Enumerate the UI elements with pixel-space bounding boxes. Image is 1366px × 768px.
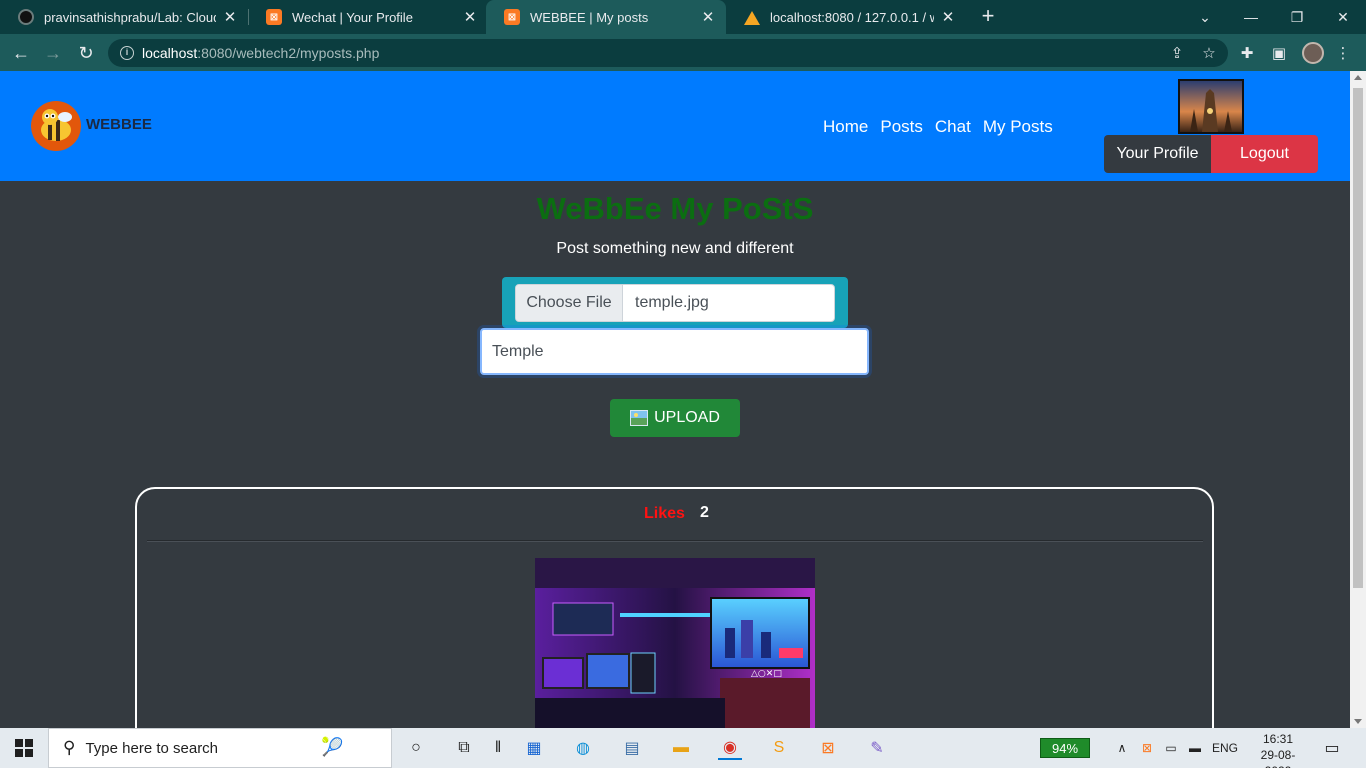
profile-picture[interactable] — [1178, 79, 1244, 134]
tab-wechat-profile[interactable]: ⊠ Wechat | Your Profile ✕ — [248, 0, 488, 34]
close-window-button[interactable]: ✕ — [1320, 0, 1366, 34]
new-tab-button[interactable]: + — [976, 4, 1000, 28]
main-nav: Home Posts Chat My Posts — [823, 117, 1065, 137]
bee-logo-icon[interactable] — [31, 101, 81, 151]
system-clock[interactable]: 16:31 29-08-2022 — [1248, 731, 1308, 768]
phpmyadmin-icon — [744, 9, 760, 25]
url-host: localhost — [142, 45, 198, 61]
side-panel-icon[interactable]: ▣ — [1266, 40, 1292, 66]
close-icon[interactable]: ✕ — [940, 8, 956, 26]
nav-link-posts[interactable]: Posts — [880, 117, 923, 137]
clock-time: 16:31 — [1262, 732, 1294, 746]
likes-count: 2 — [700, 504, 709, 521]
microsoft-store-icon[interactable]: ▦ — [522, 736, 546, 760]
cortana-icon[interactable]: ○ — [404, 736, 428, 760]
paint-icon[interactable]: ✎ — [865, 736, 889, 760]
share-icon[interactable]: ⇪ — [1164, 39, 1190, 67]
choose-file-button[interactable]: Choose File — [516, 285, 623, 321]
clock-date: 29-08-2022 — [1260, 748, 1296, 768]
bookmark-star-icon[interactable]: ☆ — [1196, 39, 1222, 67]
task-view-icon[interactable]: ⧉ — [452, 736, 476, 760]
sublime-text-icon[interactable]: S — [767, 736, 791, 760]
scroll-up-arrow-icon[interactable] — [1354, 75, 1362, 80]
battery-icon[interactable]: ▬ — [1186, 738, 1204, 758]
close-icon[interactable]: ✕ — [462, 8, 478, 26]
logout-button[interactable]: Logout — [1211, 135, 1318, 173]
xampp-icon: ⊠ — [266, 9, 282, 25]
github-icon — [18, 9, 34, 25]
page-viewport: WEBBEE Home Posts Chat My Posts Your Pro… — [0, 71, 1350, 728]
browser-tab-bar: pravinsathishprabu/Lab: Cloud C ✕ ⊠ Wech… — [0, 0, 1366, 34]
close-icon[interactable]: ✕ — [700, 8, 716, 26]
browser-toolbar: ← → ↻ i localhost:8080/webtech2/myposts.… — [0, 34, 1366, 71]
battery-percentage[interactable]: 94% — [1040, 738, 1090, 758]
tab-search-icon[interactable]: ⌄ — [1182, 0, 1228, 34]
reload-icon[interactable]: ↻ — [73, 40, 99, 66]
caption-input[interactable] — [480, 328, 869, 375]
page-scrollbar[interactable] — [1350, 71, 1366, 728]
file-input[interactable]: Choose File temple.jpg — [515, 284, 835, 322]
taskbar-divider-icon: ‖ — [494, 739, 502, 756]
windows-start-button[interactable] — [0, 728, 48, 768]
xampp-control-icon[interactable]: ⊠ — [816, 736, 840, 760]
your-profile-button[interactable]: Your Profile — [1104, 135, 1211, 173]
nav-link-chat[interactable]: Chat — [935, 117, 971, 137]
back-arrow-icon[interactable]: ← — [8, 40, 34, 66]
minimize-button[interactable]: — — [1228, 0, 1274, 34]
tab-phpmyadmin[interactable]: localhost:8080 / 127.0.0.1 / webp ✕ — [726, 0, 966, 34]
upload-button[interactable]: UPLOAD — [610, 399, 740, 437]
brand-name[interactable]: WEBBEE — [86, 116, 152, 133]
tab-title: localhost:8080 / 127.0.0.1 / webp — [770, 9, 934, 25]
picture-icon — [630, 410, 649, 426]
page-title: WeBbEe My PoStS — [536, 191, 814, 226]
url-path: :8080/webtech2/myposts.php — [197, 45, 380, 61]
tab-my-posts[interactable]: ⊠ WEBBEE | My posts ✕ — [486, 0, 726, 34]
upload-label: UPLOAD — [654, 409, 720, 426]
tab-title: WEBBEE | My posts — [530, 9, 649, 25]
search-highlight-icon: 🎾 — [321, 737, 344, 757]
windows-logo-icon — [15, 739, 33, 757]
post-card: Likes 2 △○✕□ — [135, 487, 1214, 728]
show-hidden-icons-icon[interactable]: ∧ — [1112, 738, 1132, 758]
divider — [147, 540, 1203, 542]
tab-title: pravinsathishprabu/Lab: Cloud C — [44, 9, 216, 25]
nav-link-home[interactable]: Home — [823, 117, 868, 137]
language-indicator[interactable]: ENG — [1212, 738, 1238, 758]
likes-label[interactable]: Likes — [644, 505, 685, 523]
taskbar-search-box[interactable]: ⚲ Type here to search 🎾 — [48, 728, 392, 768]
nav-link-my-posts[interactable]: My Posts — [983, 117, 1053, 137]
extensions-puzzle-icon[interactable]: ✚ — [1234, 40, 1260, 66]
network-icon[interactable]: ▭ — [1162, 738, 1180, 758]
tab-github[interactable]: pravinsathishprabu/Lab: Cloud C ✕ — [0, 0, 248, 34]
search-icon: ⚲ — [63, 738, 76, 757]
scroll-down-arrow-icon[interactable] — [1354, 719, 1362, 724]
selected-file-name: temple.jpg — [635, 294, 709, 311]
browser-menu-icon[interactable]: ⋮ — [1330, 40, 1356, 66]
close-icon[interactable]: ✕ — [222, 8, 238, 26]
file-explorer-icon[interactable]: ▬ — [669, 736, 693, 760]
tab-title: Wechat | Your Profile — [292, 9, 413, 25]
windows-taskbar: ⚲ Type here to search 🎾 ○ ⧉ ‖ ▦ ◍ ▤ ▬ ◉ … — [0, 728, 1366, 768]
site-info-icon[interactable]: i — [120, 46, 134, 60]
system-monitor-icon[interactable]: ▤ — [620, 736, 644, 760]
restore-button[interactable]: ❐ — [1274, 0, 1320, 34]
forward-arrow-icon[interactable]: → — [40, 40, 66, 66]
search-placeholder: Type here to search — [85, 739, 219, 757]
post-image[interactable]: △○✕□ — [535, 558, 815, 728]
scrollbar-thumb[interactable] — [1353, 88, 1363, 588]
browser-profile-avatar[interactable] — [1302, 42, 1324, 64]
site-navbar: WEBBEE Home Posts Chat My Posts Your Pro… — [0, 71, 1350, 181]
address-bar[interactable]: i localhost:8080/webtech2/myposts.php ⇪ … — [108, 39, 1228, 67]
svg-text:△○✕□: △○✕□ — [751, 669, 782, 679]
chrome-icon[interactable]: ◉ — [718, 736, 742, 760]
xampp-icon: ⊠ — [504, 9, 520, 25]
xampp-tray-icon[interactable]: ⊠ — [1138, 738, 1156, 758]
page-subtitle: Post something new and different — [556, 240, 794, 257]
notification-center-icon[interactable]: ▭ — [1320, 738, 1344, 758]
edge-browser-icon[interactable]: ◍ — [571, 736, 595, 760]
file-upload-container: Choose File temple.jpg — [502, 277, 848, 328]
